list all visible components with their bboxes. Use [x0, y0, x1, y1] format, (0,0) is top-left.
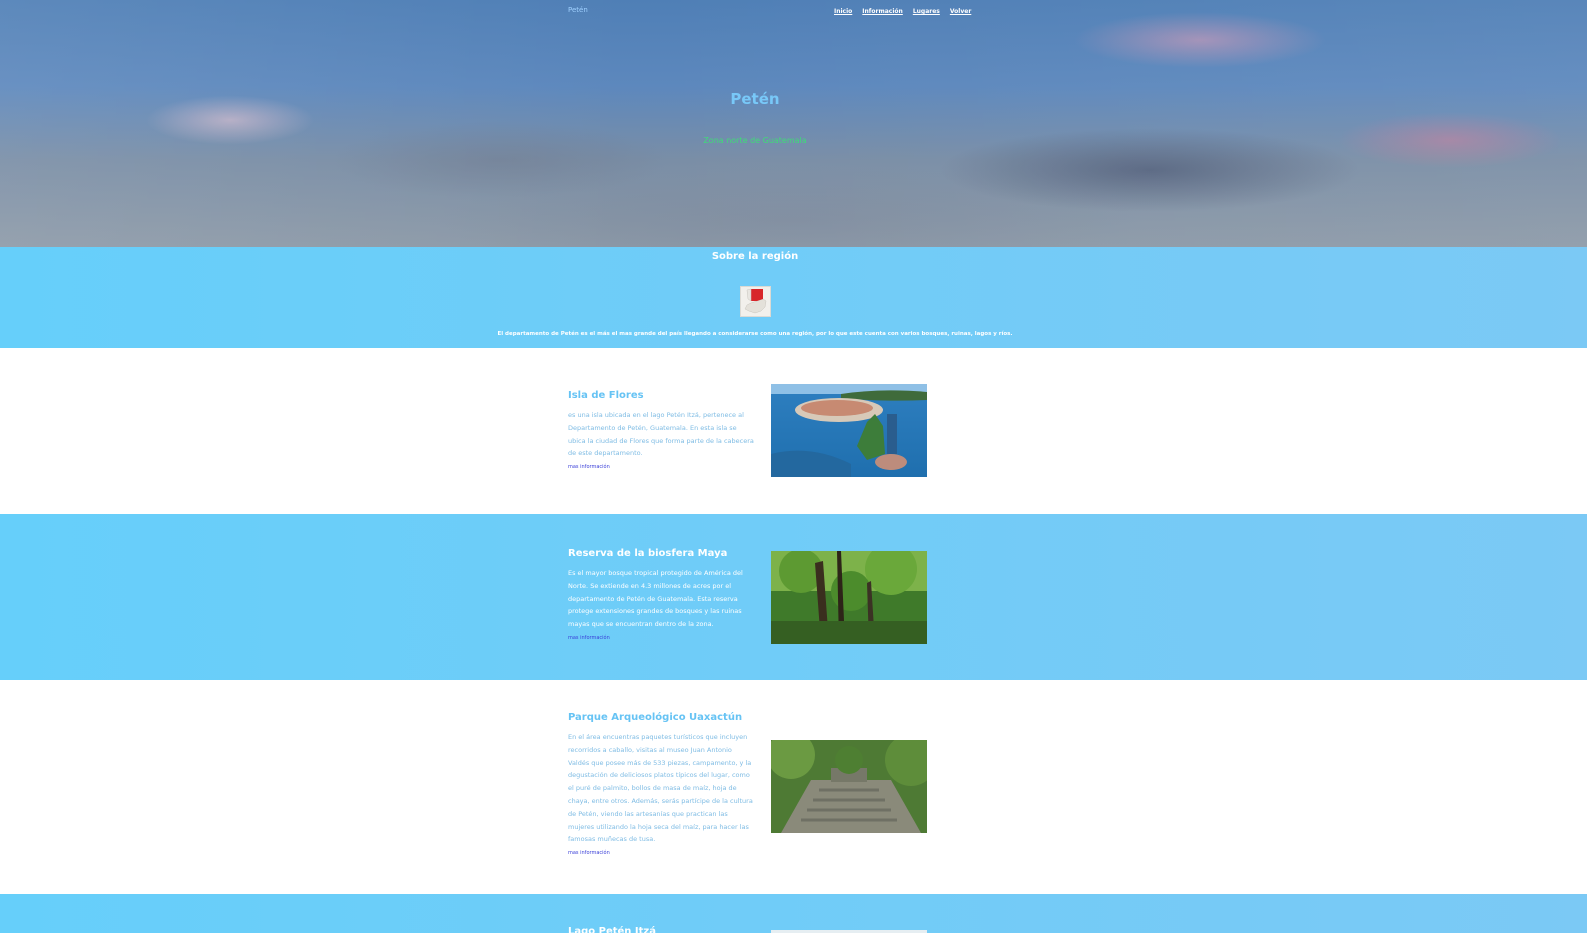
place-title: Reserva de la biosfera Maya: [568, 548, 728, 559]
place-section-flores: Isla de Flores es una isla ubicada en el…: [0, 348, 1587, 514]
place-description: En el área encuentras paquetes turístico…: [568, 733, 753, 844]
place-section-lago: Lago Petén Itzá: [0, 894, 1587, 937]
nav-link-volver[interactable]: Volver: [950, 8, 971, 15]
place-card-text: Reserva de la biosfera Maya Es el mayor …: [568, 548, 754, 641]
place-card-text: Isla de Flores es una isla ubicada en el…: [568, 390, 754, 470]
about-description: El departamento de Petén es el más el ma…: [497, 331, 1013, 337]
place-card-text: Lago Petén Itzá: [568, 926, 754, 945]
hero-background-image: [0, 0, 1587, 247]
nav-link-informacion[interactable]: Información: [862, 8, 903, 15]
place-section-uaxactun: Parque Arqueológico Uaxactún En el área …: [0, 680, 1587, 894]
peten-map-image: [740, 286, 771, 317]
nav-link-inicio[interactable]: Inicio: [834, 8, 852, 15]
place-section-biosfera: Reserva de la biosfera Maya Es el mayor …: [0, 514, 1587, 680]
nav-link-lugares[interactable]: Lugares: [913, 8, 940, 15]
place-title: Lago Petén Itzá: [568, 926, 656, 937]
biosfera-maya-image: [771, 551, 927, 644]
place-title: Parque Arqueológico Uaxactún: [568, 712, 743, 723]
about-title: Sobre la región: [711, 251, 799, 262]
main-nav: Inicio Información Lugares Volver: [834, 8, 971, 15]
isla-flores-image: [771, 384, 927, 477]
more-info-link[interactable]: mas información: [568, 850, 754, 856]
brand-link[interactable]: Petén: [568, 6, 588, 14]
place-description: Es el mayor bosque tropical protegido de…: [568, 569, 743, 629]
hero-title: Petén: [730, 90, 780, 108]
more-info-link[interactable]: mas información: [568, 464, 754, 470]
place-card-text: Parque Arqueológico Uaxactún En el área …: [568, 712, 754, 856]
uaxactun-image: [771, 740, 927, 833]
hero-banner: Petén Inicio Información Lugares Volver …: [0, 0, 1587, 247]
hero-subtitle: Zona norte de Guatemala: [703, 136, 807, 145]
more-info-link[interactable]: mas información: [568, 635, 754, 641]
place-title: Isla de Flores: [568, 390, 644, 401]
place-description: es una isla ubicada en el lago Petén Itz…: [568, 411, 754, 458]
